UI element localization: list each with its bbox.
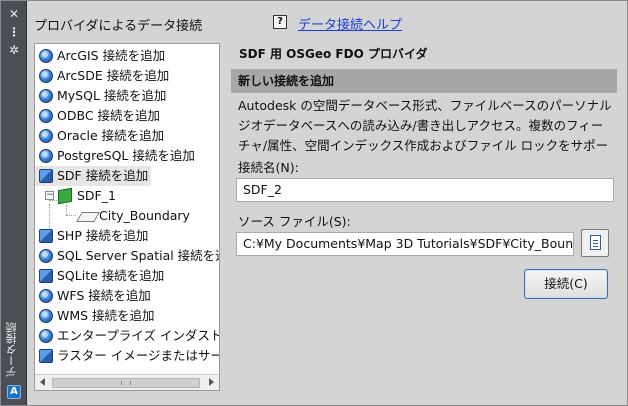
layer-icon — [58, 187, 72, 205]
provider-details-panel: SDF 用 OSGeo FDO プロバイダ 新しい接続を追加 Autodesk … — [231, 41, 619, 401]
auto-hide-icon[interactable]: ⋮ — [6, 25, 22, 39]
plug-icon — [39, 169, 53, 183]
tree-item-shp[interactable]: SHP 接続を追加 — [35, 226, 219, 246]
tree-item-arcgis[interactable]: ArcGIS 接続を追加 — [35, 46, 219, 66]
provider-tree[interactable]: ArcGIS 接続を追加 ArcSDE 接続を追加 MySQL 接続を追加 OD… — [34, 43, 220, 391]
properties-icon[interactable]: ✲ — [6, 43, 22, 57]
provider-title: SDF 用 OSGeo FDO プロバイダ — [239, 47, 428, 61]
tree-item-mysql[interactable]: MySQL 接続を追加 — [35, 86, 219, 106]
tree-item-postgresql[interactable]: PostgreSQL 接続を追加 — [35, 146, 219, 166]
tree-item-raster-image[interactable]: ラスター イメージまたはサー — [35, 346, 219, 366]
plug-icon — [39, 229, 53, 243]
tree-item-wfs[interactable]: WFS 接続を追加 — [35, 286, 219, 306]
tree-item-sql-server-spatial[interactable]: SQL Server Spatial 接続を追 — [35, 246, 219, 266]
collapse-icon[interactable]: − — [45, 191, 54, 200]
source-file-input[interactable]: C:¥My Documents¥Map 3D Tutorials¥SDF¥Cit… — [236, 232, 574, 256]
globe-icon — [39, 49, 53, 63]
tree-item-sdf[interactable]: SDF 接続を追加 — [35, 166, 151, 186]
tree-item-wms[interactable]: WMS 接続を追加 — [35, 306, 219, 326]
globe-icon — [39, 149, 53, 163]
scroll-left-icon[interactable] — [40, 378, 45, 386]
section-header-new-connection: 新しい接続を追加 — [231, 69, 617, 93]
scroll-right-icon[interactable] — [209, 378, 214, 386]
palette-title-bar[interactable]: ✕ ⋮ ✲ データ接続 A — [1, 1, 27, 405]
autodesk-logo-icon: A — [7, 385, 21, 399]
plug-icon — [39, 269, 53, 283]
globe-icon — [39, 249, 53, 263]
connect-button[interactable]: 接続(C) — [524, 269, 608, 299]
connection-name-label: 接続名(N): — [238, 160, 299, 175]
globe-icon — [39, 129, 53, 143]
tree-item-city-boundary[interactable]: City_Boundary — [35, 206, 219, 226]
scroll-thumb[interactable] — [52, 378, 200, 388]
globe-icon — [39, 69, 53, 83]
tree-horizontal-scrollbar[interactable] — [35, 374, 219, 390]
source-file-label: ソース ファイル(S): — [238, 214, 351, 229]
globe-icon — [39, 289, 53, 303]
globe-icon — [39, 309, 53, 323]
plug-icon — [39, 349, 53, 363]
document-icon — [590, 235, 601, 250]
tree-item-odbc[interactable]: ODBC 接続を追加 — [35, 106, 219, 126]
browse-file-button[interactable] — [581, 229, 609, 257]
provider-description: Autodesk の空間データベース形式、ファイルベースのパーソナル ジオデータ… — [238, 98, 612, 153]
feature-class-icon — [76, 212, 100, 222]
tree-item-oracle[interactable]: Oracle 接続を追加 — [35, 126, 219, 146]
help-icon[interactable]: ? — [273, 15, 287, 29]
globe-icon — [39, 329, 53, 343]
tree-item-enterprise-industry[interactable]: エンタープライズ インダスト — [35, 326, 219, 346]
close-icon[interactable]: ✕ — [6, 7, 22, 21]
tree-item-sdf-1[interactable]: − SDF_1 — [35, 186, 219, 206]
provider-heading: プロバイダによるデータ接続 — [34, 19, 203, 34]
data-connect-palette: ✕ ⋮ ✲ データ接続 A プロバイダによるデータ接続 ? データ接続ヘルプ A… — [0, 0, 628, 406]
connection-name-input[interactable]: SDF_2 — [236, 178, 614, 202]
tree-item-arcsde[interactable]: ArcSDE 接続を追加 — [35, 66, 219, 86]
help-link[interactable]: データ接続ヘルプ — [298, 14, 402, 33]
tree-item-sqlite[interactable]: SQLite 接続を追加 — [35, 266, 219, 286]
globe-icon — [39, 89, 53, 103]
palette-content: プロバイダによるデータ接続 ? データ接続ヘルプ ArcGIS 接続を追加 Ar… — [28, 1, 627, 405]
palette-title: データ接続 — [5, 322, 18, 377]
globe-icon — [39, 109, 53, 123]
